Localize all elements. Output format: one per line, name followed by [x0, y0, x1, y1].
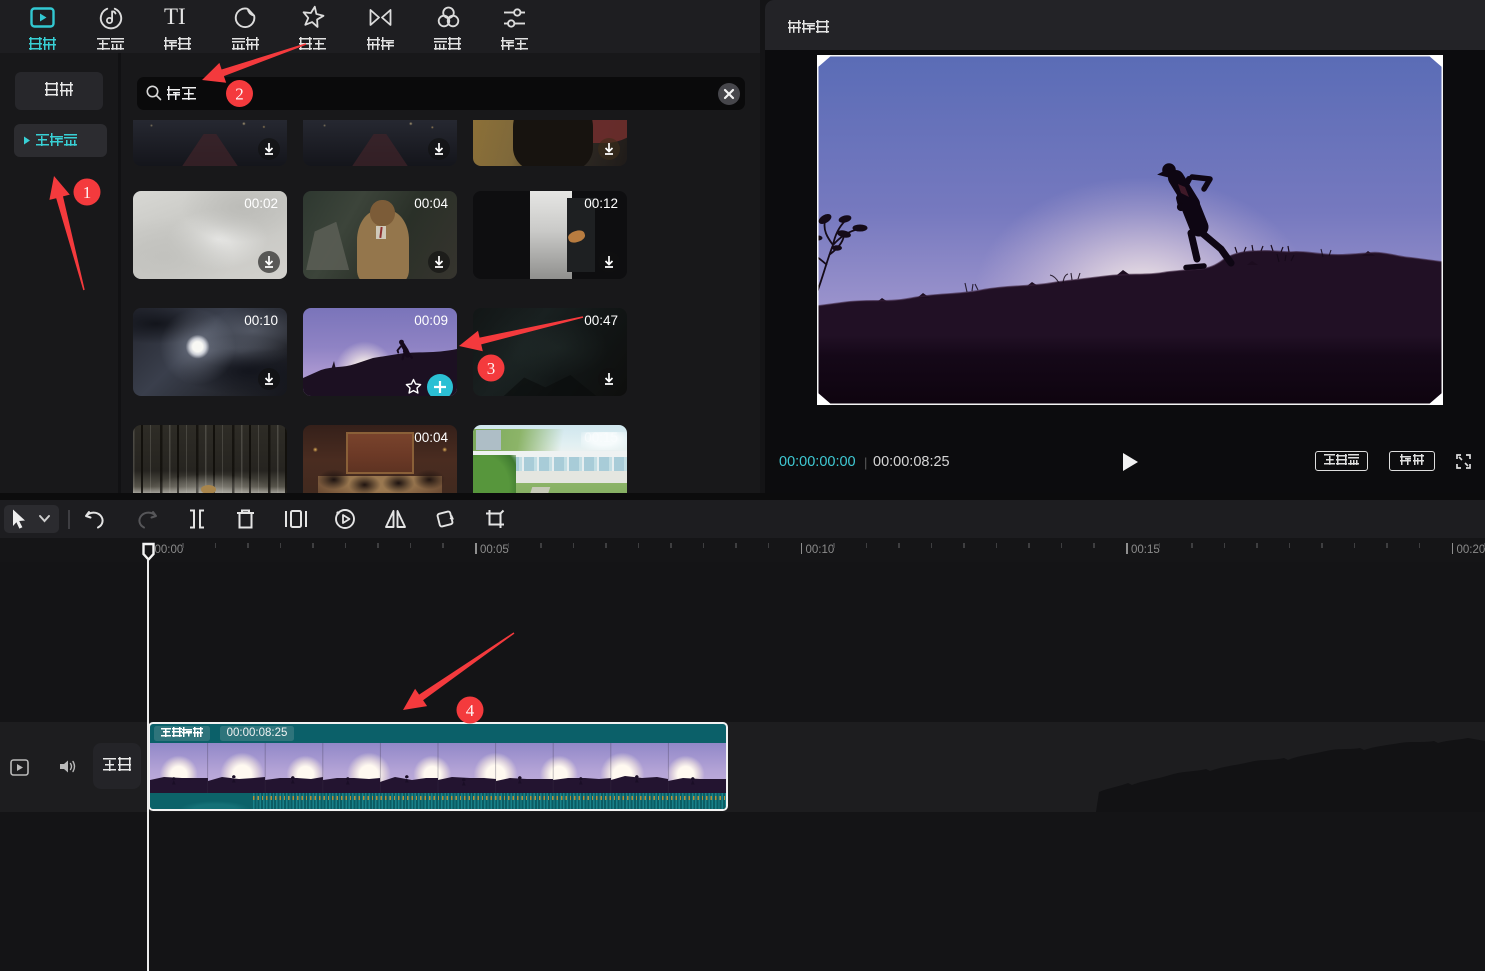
svg-text:3: 3: [487, 359, 496, 378]
svg-text:1: 1: [83, 183, 92, 202]
svg-text:2: 2: [235, 85, 244, 104]
svg-text:4: 4: [466, 701, 475, 720]
